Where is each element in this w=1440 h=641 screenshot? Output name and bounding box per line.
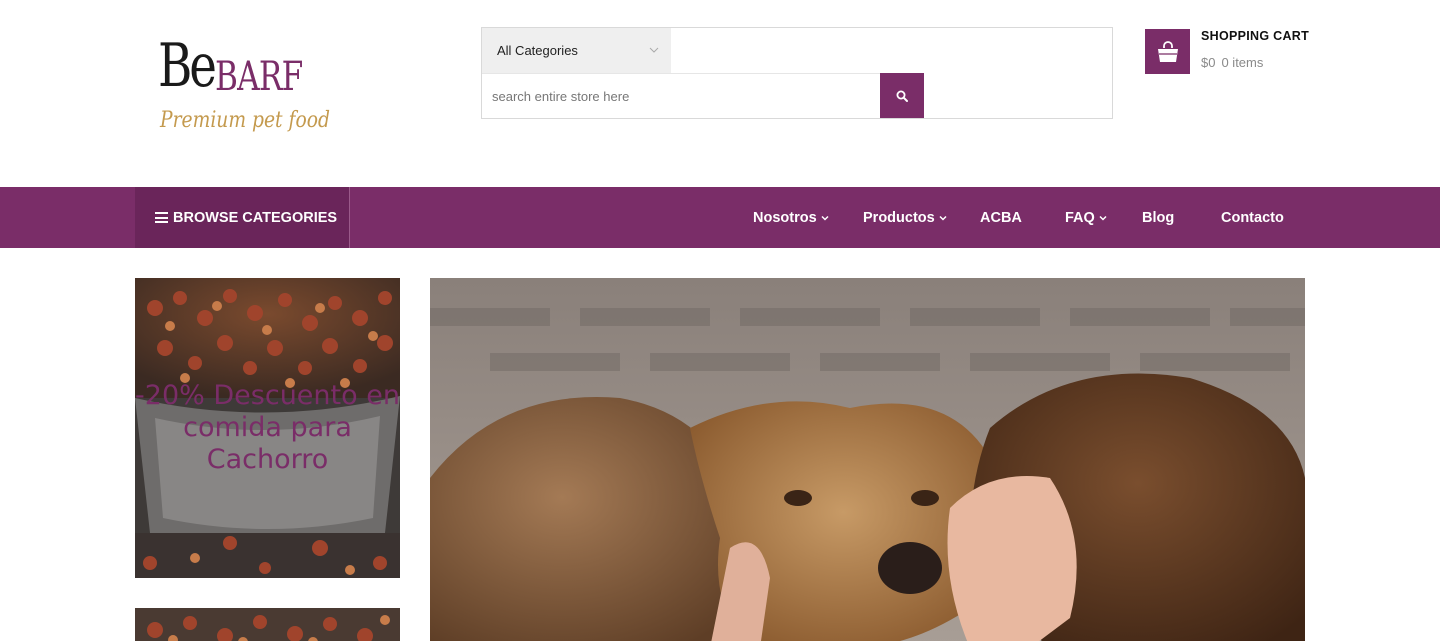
cart-title: SHOPPING CART [1201, 29, 1310, 43]
promo-title: -20% Descuento en comida para Cachorro [135, 380, 400, 475]
promo-banner-secondary[interactable] [135, 608, 400, 641]
nav-item-acba[interactable]: ACBA [980, 187, 1022, 248]
browse-categories-label: BROWSE CATEGORIES [173, 209, 338, 226]
promo-banner-puppy-food[interactable]: -20% Descuento en comida para Cachorro [135, 278, 400, 578]
nav-item-faq[interactable]: FAQ [1065, 187, 1107, 248]
search-button[interactable] [880, 73, 924, 118]
site-logo[interactable]: Be BARF Premium pet food [158, 31, 330, 148]
chevron-down-icon [821, 215, 829, 221]
shopping-cart[interactable]: SHOPPING CART $0 0 items [1145, 29, 1325, 75]
category-select[interactable]: All Categories [482, 28, 671, 73]
main-navigation: BROWSE CATEGORIES Nosotros Productos ACB… [0, 187, 1440, 248]
nav-item-nosotros[interactable]: Nosotros [753, 187, 829, 248]
chevron-down-icon [649, 47, 659, 53]
nav-item-label: Blog [1142, 209, 1175, 226]
nav-item-label: Productos [863, 209, 935, 226]
browse-categories-button[interactable]: BROWSE CATEGORIES [135, 187, 350, 248]
logo-tagline: Premium pet food [160, 108, 330, 133]
hero-photo [430, 278, 1305, 641]
logo-barf-text: BARF [215, 54, 303, 100]
site-header: Be BARF Premium pet food All Categories [0, 0, 1440, 187]
nav-item-label: Nosotros [753, 209, 817, 226]
search-icon [896, 90, 908, 102]
shopping-bag-icon [1145, 29, 1190, 74]
hamburger-icon [155, 212, 168, 223]
search-input[interactable] [482, 73, 880, 118]
nav-item-contacto[interactable]: Contacto [1221, 187, 1284, 248]
chevron-down-icon [1099, 215, 1107, 221]
logo-be-text: Be [158, 31, 217, 101]
category-select-value: All Categories [497, 43, 578, 58]
nav-item-blog[interactable]: Blog [1142, 187, 1174, 248]
cart-items-count: 0 items [1221, 55, 1264, 70]
nav-item-label: FAQ [1065, 209, 1095, 226]
search-form: All Categories [481, 27, 1113, 119]
nav-item-label: ACBA [980, 209, 1022, 226]
hero-image-kids-kissing-dog [430, 278, 1305, 641]
cart-summary: $0 0 items [1201, 55, 1263, 70]
cart-amount: $0 [1201, 55, 1216, 70]
nav-item-label: Contacto [1221, 209, 1284, 226]
chevron-down-icon [939, 215, 947, 221]
nav-item-productos[interactable]: Productos [863, 187, 947, 248]
dog-food-image [135, 608, 400, 641]
